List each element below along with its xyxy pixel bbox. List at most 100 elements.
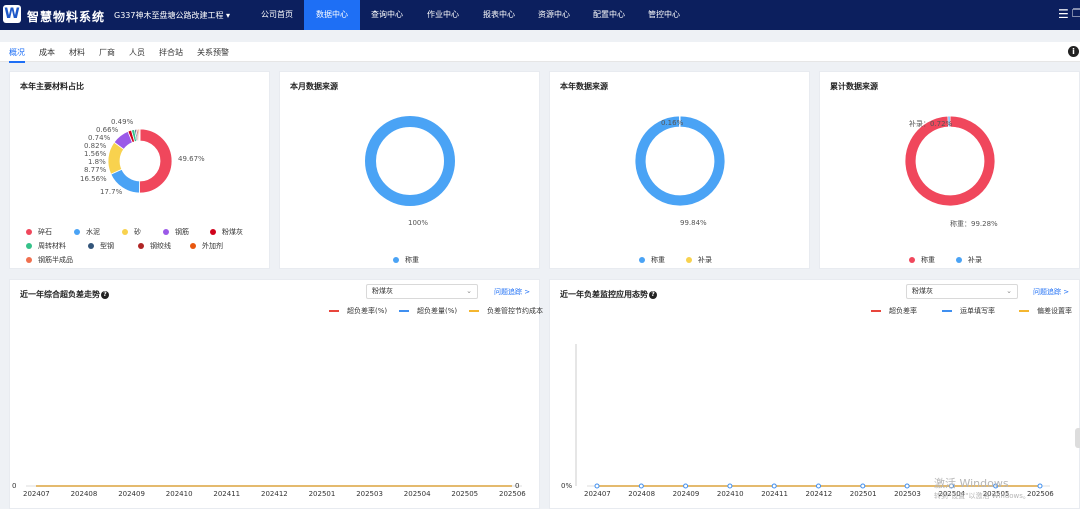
total-source-donut-chart <box>904 115 996 207</box>
info-icon[interactable]: i <box>1068 46 1079 57</box>
legend-label: 补录 <box>968 256 982 264</box>
donut-slice[interactable] <box>634 115 726 207</box>
slice-label: 0.16% <box>661 119 684 127</box>
nav-data-center[interactable]: 数据中心 <box>304 0 360 30</box>
legend-item[interactable]: 周转材料 <box>26 241 66 251</box>
overdeficit-trend-panel: 近一年综合超负差走势? 粉煤灰 ⌄ 问题追踪 > 超负差率(%) 超负差量(%) … <box>9 279 543 509</box>
slice-label: 0.49% <box>111 118 134 126</box>
legend-item[interactable]: 钢筋半成品 <box>26 255 73 265</box>
tab-relation-warning[interactable]: 关系预警 <box>197 47 229 58</box>
nav-query-center[interactable]: 查询中心 <box>360 0 414 30</box>
side-drawer-handle[interactable] <box>1075 428 1080 448</box>
materials-share-panel: 本年主要材料占比 49.67% 17.7% 16.56% 8.77% 1.8% … <box>9 71 270 269</box>
donut-slice[interactable] <box>139 128 173 194</box>
legend-item[interactable]: 碎石 <box>26 227 52 237</box>
data-point[interactable] <box>860 483 866 489</box>
donut-slice[interactable] <box>138 128 141 142</box>
slice-label: 补录：0.72% <box>909 120 953 128</box>
nav-resource-center[interactable]: 资源中心 <box>527 0 581 30</box>
legend-dot <box>26 257 32 263</box>
legend-item[interactable]: 称重 <box>393 255 419 265</box>
data-point[interactable] <box>638 483 644 489</box>
x-axis-tick: 202506 <box>1027 490 1054 498</box>
legend-item[interactable]: 钢绞线 <box>138 241 171 251</box>
legend-item[interactable]: 粉煤灰 <box>210 227 243 237</box>
activation-watermark-hint: 转到"设置"以激活 Windows。 <box>934 492 1030 500</box>
legend-dot <box>26 229 32 235</box>
data-point[interactable] <box>1037 483 1043 489</box>
slice-label: 0.82% <box>84 142 107 150</box>
legend-dot <box>393 257 399 263</box>
slice-label: 0.66% <box>96 126 119 134</box>
data-point[interactable] <box>594 483 600 489</box>
legend-label: 水泥 <box>86 228 100 236</box>
nav-control-center[interactable]: 管控中心 <box>637 0 691 30</box>
x-axis-tick: 202407 <box>23 490 50 498</box>
data-point[interactable] <box>816 483 821 489</box>
legend-label: 钢筋 <box>175 228 189 236</box>
legend-dot <box>639 257 645 263</box>
tab-personnel[interactable]: 人员 <box>129 47 145 58</box>
nav-operation-center[interactable]: 作业中心 <box>416 0 470 30</box>
legend-dot <box>88 243 94 249</box>
x-axis-tick: 202411 <box>213 490 241 498</box>
slice-label: 0.74% <box>88 134 111 142</box>
legend-label: 称重 <box>405 256 419 264</box>
project-name: G337神木至盘塘公路改建工程 <box>114 11 224 20</box>
tab-overview[interactable]: 概况 <box>9 47 25 63</box>
legend-dot <box>210 229 216 235</box>
legend-label: 碎石 <box>38 228 52 236</box>
x-axis-tick: 202501 <box>308 490 336 498</box>
month-source-donut-chart <box>365 116 455 206</box>
slice-label: 16.56% <box>80 175 107 183</box>
legend-dot <box>122 229 128 235</box>
project-selector[interactable]: G337神木至盘塘公路改建工程 ▾ <box>114 10 230 21</box>
x-axis-tick: 202503 <box>894 490 921 498</box>
legend-dot <box>138 243 144 249</box>
legend-item[interactable]: 称重 <box>909 255 935 265</box>
donut-slice[interactable] <box>365 116 455 206</box>
x-axis-tick: 202408 <box>628 490 656 498</box>
tab-vendors[interactable]: 厂商 <box>99 47 115 58</box>
nav-config-center[interactable]: 配置中心 <box>582 0 636 30</box>
legend-item[interactable]: 型钢 <box>88 241 114 251</box>
tab-mixing-station[interactable]: 拌合站 <box>159 47 183 58</box>
legend-label: 型钢 <box>100 242 114 250</box>
data-point[interactable] <box>683 483 689 489</box>
donut-slice[interactable] <box>904 115 996 207</box>
x-axis-tick: 202409 <box>672 490 700 498</box>
slice-label: 17.7% <box>100 188 123 196</box>
legend-label: 钢绞线 <box>150 242 171 250</box>
x-axis-tick: 202407 <box>584 490 611 498</box>
menu-icon[interactable]: ☰ <box>1058 7 1069 21</box>
legend-item[interactable]: 钢筋 <box>163 227 189 237</box>
legend-item[interactable]: 外加剂 <box>190 241 223 251</box>
legend-item[interactable]: 水泥 <box>74 227 100 237</box>
slice-label: 1.56% <box>84 150 107 158</box>
chevron-down-icon: ▾ <box>226 11 231 20</box>
data-point[interactable] <box>771 483 777 489</box>
legend-item[interactable]: 补录 <box>686 255 712 265</box>
x-axis-tick: 202503 <box>356 490 383 498</box>
data-point[interactable] <box>904 483 910 489</box>
year-source-panel: 本年数据来源 0.16% 99.84% 称重 补录 <box>549 71 810 269</box>
slice-label: 99.84% <box>680 219 707 227</box>
legend-dot <box>686 257 692 263</box>
legend-label: 称重 <box>921 256 935 264</box>
nav-report-center[interactable]: 报表中心 <box>472 0 526 30</box>
window-icon[interactable]: ❐ <box>1072 7 1080 20</box>
data-point[interactable] <box>727 483 733 489</box>
y-axis-left-tick: 0 <box>12 482 17 490</box>
legend-item[interactable]: 砂 <box>122 227 141 237</box>
x-axis-tick: 202505 <box>451 490 479 498</box>
legend-item[interactable]: 补录 <box>956 255 982 265</box>
overdeficit-line-chart <box>26 485 522 487</box>
legend-label: 外加剂 <box>202 242 223 250</box>
nav-home[interactable]: 公司首页 <box>250 0 304 30</box>
legend-item[interactable]: 称重 <box>639 255 665 265</box>
legend-dot <box>909 257 915 263</box>
legend-label: 砂 <box>134 228 141 236</box>
tab-cost[interactable]: 成本 <box>39 47 55 58</box>
legend-dot <box>190 243 196 249</box>
tab-materials[interactable]: 材料 <box>69 47 85 58</box>
